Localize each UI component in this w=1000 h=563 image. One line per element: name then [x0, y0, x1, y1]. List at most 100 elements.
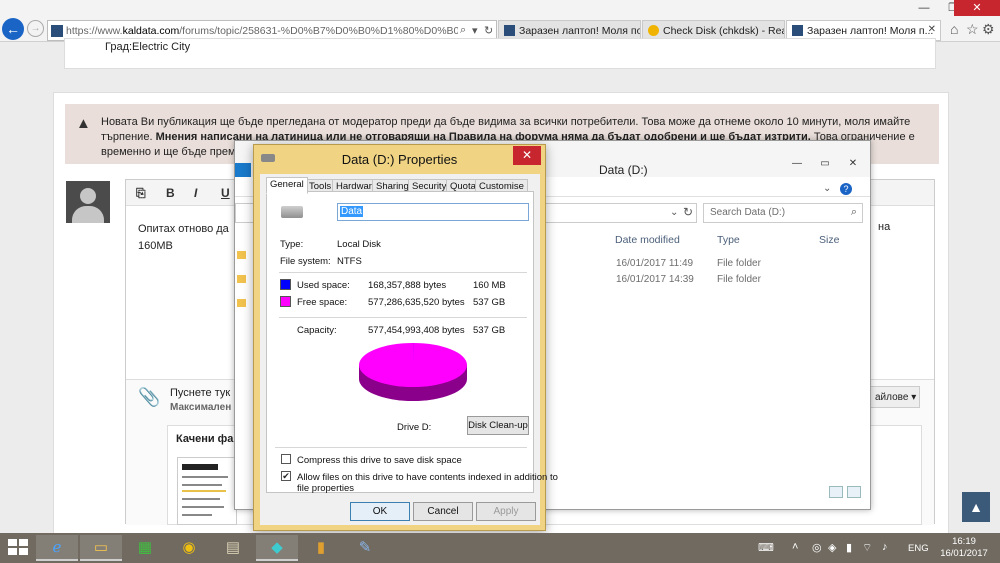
tab-label: Заразен лаптоп! Моля п...: [807, 25, 934, 37]
tab-label: Check Disk (chkdsk) - Read E...: [663, 25, 784, 37]
refresh-icon[interactable]: ↻: [683, 205, 693, 219]
drive-properties-dialog[interactable]: Data (D:) Properties ✕ General Tools Har…: [253, 144, 558, 531]
dialog-close-button[interactable]: ✕: [513, 146, 541, 165]
disk-cleanup-button[interactable]: Disk Clean-up: [467, 416, 529, 435]
chevron-down-icon[interactable]: ⌄: [670, 207, 678, 218]
app-icon[interactable]: ▮: [300, 535, 342, 561]
home-icon[interactable]: ⌂: [950, 21, 958, 37]
divider: [279, 272, 527, 273]
start-button[interactable]: [8, 539, 30, 557]
capacity-size: 537 GB: [473, 325, 506, 336]
underline-button[interactable]: U: [221, 186, 230, 200]
ok-button[interactable]: OK: [350, 502, 410, 521]
cancel-button[interactable]: Cancel: [413, 502, 473, 521]
antivirus-icon[interactable]: ◎: [812, 541, 822, 554]
row-date[interactable]: 16/01/2017 14:39: [616, 274, 694, 285]
gear-icon[interactable]: ⚙: [982, 21, 995, 38]
type-value: Local Disk: [337, 239, 381, 250]
close-button[interactable]: ✕: [839, 157, 867, 171]
attachment-thumbnail[interactable]: [177, 457, 237, 525]
large-icons-view-icon[interactable]: [847, 486, 861, 498]
general-tab-panel: Data Type: Local Disk File system: NTFS …: [266, 191, 558, 494]
site-favicon: [504, 25, 515, 36]
used-space-swatch: [280, 279, 291, 290]
tab-general[interactable]: General: [266, 177, 308, 194]
dialog-body: General Tools Hardware Sharing Security …: [260, 174, 558, 525]
chrome-icon[interactable]: ◉: [168, 535, 210, 561]
clock[interactable]: 16:19 16/01/2017: [934, 536, 994, 560]
choose-files-button[interactable]: айлове ▾: [870, 386, 920, 408]
row-date[interactable]: 16/01/2017 11:49: [616, 258, 693, 269]
search-icon[interactable]: ⌕: [460, 24, 466, 37]
capacity-bytes: 577,454,993,408 bytes: [368, 325, 465, 336]
forward-button[interactable]: →: [27, 20, 44, 37]
internet-explorer-icon[interactable]: ℯ: [36, 535, 78, 561]
compress-label: Compress this drive to save disk space: [297, 455, 462, 466]
explorer-file-tab[interactable]: [235, 163, 251, 177]
volume-name-input[interactable]: Data: [337, 203, 529, 221]
column-size[interactable]: Size: [819, 234, 839, 246]
details-view-icon[interactable]: [829, 486, 843, 498]
system-tray: ⌨ ˄ ◎ ◈ ▮ ⌔ ♪ ENG 16:19 16/01/2017: [756, 533, 1000, 563]
drive-icon: [281, 206, 303, 218]
minimize-button[interactable]: —: [783, 157, 811, 171]
minimize-button[interactable]: —: [910, 0, 938, 16]
bold-button[interactable]: B: [166, 186, 175, 200]
wifi-icon[interactable]: ⌔: [862, 541, 872, 555]
used-space-bytes: 168,357,888 bytes: [368, 280, 447, 291]
paperclip-icon: 📎: [138, 387, 161, 407]
volume-icon[interactable]: ♪: [882, 541, 888, 553]
disk-usage-pie: [357, 341, 469, 409]
avatar: [66, 181, 110, 223]
divider: [275, 447, 527, 448]
source-icon[interactable]: ⎘: [136, 186, 146, 201]
drive-label: Drive D:: [397, 422, 432, 433]
collapse-ribbon-icon[interactable]: ⌄: [823, 183, 831, 194]
dropdown-icon[interactable]: ▾: [472, 24, 478, 37]
italic-button[interactable]: I: [194, 186, 197, 200]
folder-icon: [237, 299, 246, 307]
file-system-label: File system:: [280, 256, 331, 267]
row-type[interactable]: File folder: [717, 258, 761, 269]
battery-icon[interactable]: ▮: [846, 541, 852, 554]
taskbar: ℯ ▭ ▦ ◉ ▤ ◆ ▮ ✎ ⌨ ˄ ◎ ◈ ▮ ⌔ ♪ ENG 16:19 …: [0, 533, 1000, 563]
file-explorer-icon[interactable]: ▭: [80, 535, 122, 561]
app-icon[interactable]: ▤: [212, 535, 254, 561]
scroll-to-top-button[interactable]: ▲: [962, 492, 990, 522]
paint-icon[interactable]: ✎: [344, 535, 386, 561]
profile-city: Град:Electric City: [105, 41, 191, 53]
help-icon[interactable]: ?: [840, 183, 852, 195]
post-text-tail: на: [878, 221, 891, 233]
language-indicator[interactable]: ENG: [908, 543, 929, 554]
dialog-title: Data (D:) Properties: [341, 152, 458, 167]
keyboard-icon[interactable]: ⌨: [758, 541, 774, 554]
network-icon[interactable]: ◈: [828, 541, 836, 554]
chevron-up-icon[interactable]: ˄: [792, 541, 798, 553]
compress-checkbox[interactable]: [281, 454, 291, 464]
index-label: Allow files on this drive to have conten…: [297, 472, 558, 483]
refresh-icon[interactable]: ↻: [484, 24, 493, 37]
app-icon[interactable]: ◆: [256, 535, 298, 561]
tab-label: Заразен лаптоп! Моля пом...: [519, 25, 640, 37]
apply-button[interactable]: Apply: [476, 502, 536, 521]
used-space-label: Used space:: [297, 280, 350, 291]
post-text[interactable]: Опитах отново да 160MB: [138, 221, 229, 255]
view-switcher: [829, 486, 865, 501]
site-favicon: [51, 25, 63, 37]
row-type[interactable]: File folder: [717, 274, 761, 285]
free-space-size: 537 GB: [473, 297, 506, 308]
index-checkbox[interactable]: ✔: [281, 471, 291, 481]
search-icon: ⌕: [850, 206, 857, 218]
column-type[interactable]: Type: [717, 234, 740, 246]
close-tab-icon[interactable]: ✕: [928, 24, 936, 35]
window-close-button[interactable]: ✕: [954, 0, 1000, 16]
column-date-modified[interactable]: Date modified: [615, 234, 680, 246]
warning-icon: ▲: [76, 115, 91, 132]
store-icon[interactable]: ▦: [124, 535, 166, 561]
favorites-star-icon[interactable]: ☆: [966, 21, 979, 38]
dialog-titlebar: Data (D:) Properties ✕: [254, 145, 545, 173]
explorer-search-input[interactable]: Search Data (D:) ⌕: [703, 203, 863, 223]
free-space-swatch: [280, 296, 291, 307]
maximize-button[interactable]: ▭: [811, 157, 839, 171]
back-button[interactable]: ←: [2, 18, 24, 40]
